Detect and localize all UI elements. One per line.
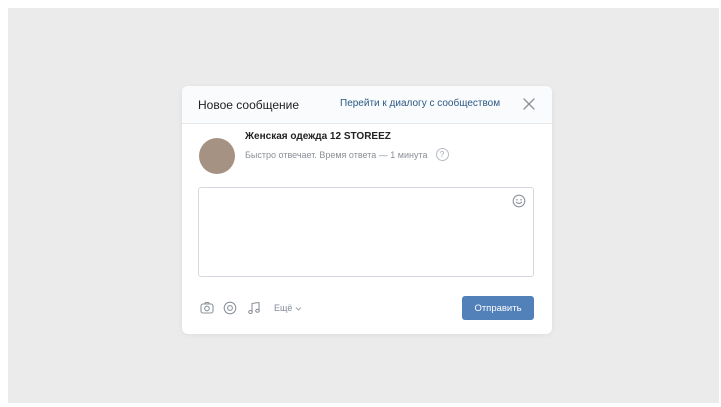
help-icon[interactable]: ? <box>435 148 449 161</box>
more-button[interactable]: Ещё <box>274 303 302 313</box>
modal-header: Новое сообщение Перейти к диалогу с сооб… <box>182 86 552 124</box>
avatar[interactable] <box>199 138 235 174</box>
smile-icon[interactable] <box>512 194 526 208</box>
response-status: Быстро отвечает. Время ответа — 1 минута… <box>245 148 449 161</box>
response-status-text: Быстро отвечает. Время ответа — 1 минута <box>245 149 428 160</box>
modal-title: Новое сообщение <box>198 97 300 112</box>
community-name[interactable]: Женская одежда 12 STOREEZ <box>245 131 391 142</box>
camera-icon[interactable] <box>200 301 214 315</box>
close-icon[interactable] <box>520 95 538 113</box>
send-button[interactable]: Отправить <box>462 296 534 320</box>
composer-toolbar: Ещё Отправить <box>198 296 534 320</box>
more-button-label: Ещё <box>274 303 293 313</box>
community-info: Женская одежда 12 STOREEZ Быстро отвечае… <box>182 124 552 182</box>
new-message-modal: Новое сообщение Перейти к диалогу с сооб… <box>182 86 552 334</box>
message-input[interactable] <box>199 188 533 276</box>
video-icon[interactable] <box>223 301 237 315</box>
goto-dialog-link[interactable]: Перейти к диалогу с сообществом <box>340 98 500 109</box>
message-box <box>198 187 534 277</box>
chevron-down-icon <box>295 303 302 313</box>
music-note-icon[interactable] <box>247 301 261 315</box>
